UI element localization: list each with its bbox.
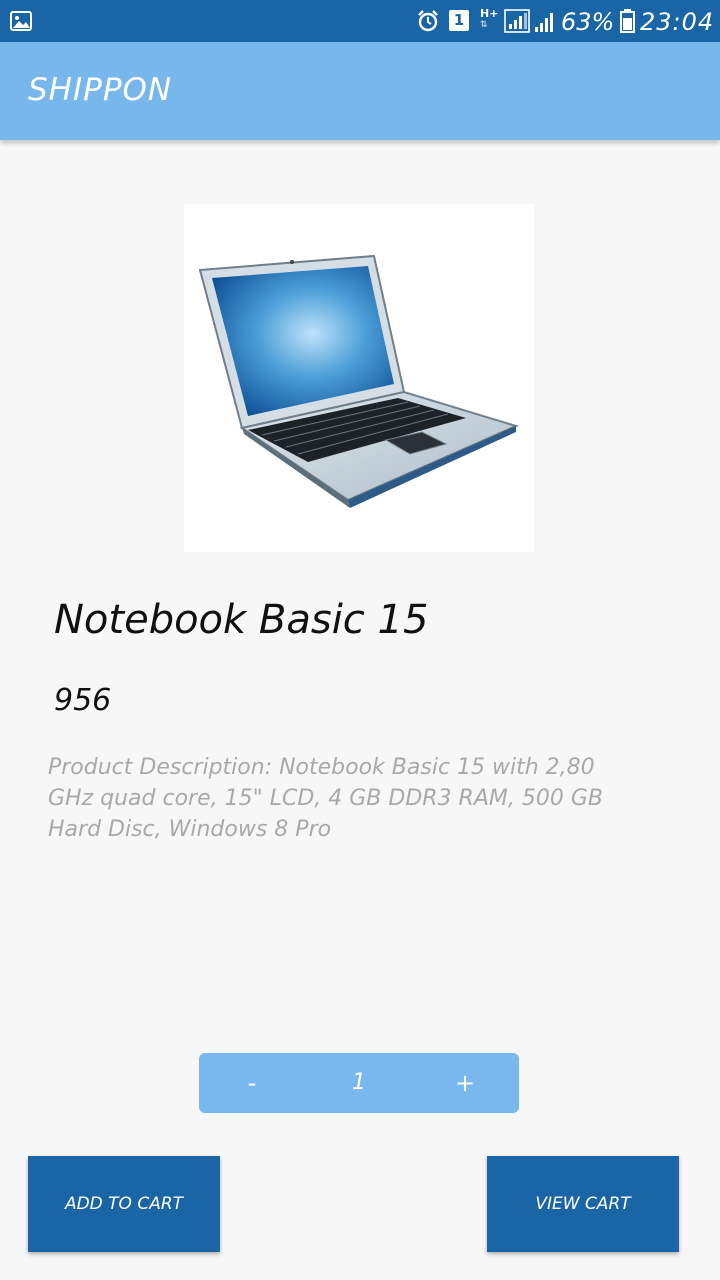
increase-quantity-button[interactable]: + <box>425 1053 505 1113</box>
product-price: 956 <box>54 683 112 718</box>
notification-badge: 1 <box>449 10 469 31</box>
signal-strength-secondary-icon <box>535 13 553 32</box>
product-title: Notebook Basic 15 <box>54 597 429 643</box>
decrease-quantity-button[interactable]: - <box>212 1053 292 1113</box>
battery-percentage: 63% <box>561 8 615 36</box>
battery-icon <box>620 9 635 33</box>
data-activity-icon: ⇅ <box>480 20 488 30</box>
clock: 23:04 <box>640 8 715 36</box>
app-title: SHIPPON <box>28 72 173 108</box>
gallery-icon <box>10 11 32 31</box>
status-bar: 1 H+ ⇅ 63% 23:04 <box>0 0 720 42</box>
view-cart-button[interactable]: VIEW CART <box>487 1156 679 1252</box>
laptop-illustration-icon <box>198 254 519 508</box>
quantity-value: 1 <box>352 1070 366 1095</box>
network-type-label: H+ <box>480 7 499 20</box>
app-bar: SHIPPON <box>0 42 720 140</box>
signal-strength-icon <box>504 9 530 33</box>
product-description: Product Description: Notebook Basic 15 w… <box>48 755 603 842</box>
alarm-icon <box>418 10 438 32</box>
product-image <box>184 204 534 552</box>
quantity-stepper: - 1 + <box>199 1053 519 1113</box>
network-type-indicator: H+ ⇅ <box>480 8 500 34</box>
add-to-cart-button[interactable]: ADD TO CART <box>28 1156 220 1252</box>
